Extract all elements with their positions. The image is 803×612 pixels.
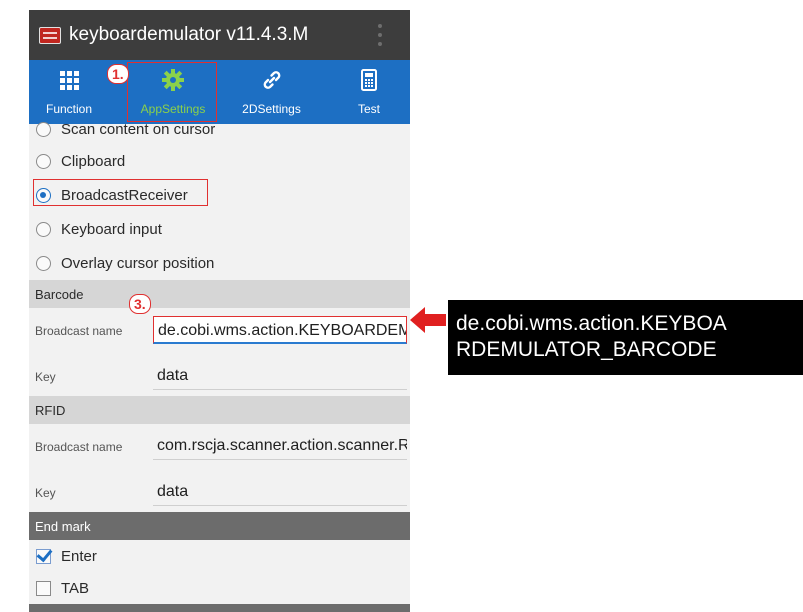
section-label: Barcode: [35, 286, 84, 302]
radio-option-scan-content[interactable]: Scan content on cursor: [29, 118, 410, 140]
tab-2dsettings-label: 2DSettings: [242, 102, 301, 116]
checkbox-checked[interactable]: [36, 548, 51, 564]
app-title: keyboardemulator v11.4.3.M: [69, 24, 309, 45]
checkbox-option-tab[interactable]: TAB: [29, 572, 410, 604]
radio-option-overlay-cursor[interactable]: Overlay cursor position: [29, 246, 410, 280]
radio-label: Scan content on cursor: [61, 120, 216, 138]
tab-test-label: Test: [357, 102, 380, 116]
field-label: Broadcast name: [35, 324, 123, 338]
app-title-bar: keyboardemulator v11.4.3.M: [29, 10, 410, 60]
barcode-key-row: Key data: [29, 354, 410, 400]
grid-icon: [60, 71, 79, 90]
keyboard-app-icon: [39, 27, 61, 44]
calculator-icon: [361, 69, 377, 91]
broadcast-name-callout: de.cobi.wms.action.KEYBOA RDEMULATOR_BAR…: [448, 300, 803, 375]
section-header-barcode: Barcode: [29, 280, 410, 308]
checkbox-option-enter[interactable]: Enter: [29, 540, 410, 572]
bottom-divider: [29, 604, 410, 612]
rfid-broadcast-row: Broadcast name com.rscja.scanner.action.…: [29, 424, 410, 470]
step-marker-1: 1.: [107, 64, 129, 84]
radio-button[interactable]: [36, 255, 51, 271]
link-icon: [263, 71, 280, 89]
radio-button[interactable]: [36, 121, 51, 137]
field-label: Key: [35, 370, 56, 384]
appsettings-highlight-box: [127, 62, 217, 122]
overflow-menu-icon[interactable]: [377, 24, 383, 46]
barcode-key-input[interactable]: data: [153, 362, 407, 390]
radio-label: Clipboard: [61, 152, 126, 170]
rfid-key-input[interactable]: data: [153, 478, 407, 506]
section-header-end-mark: End mark: [29, 512, 410, 540]
section-label: RFID: [35, 402, 66, 418]
radio-option-keyboard-input[interactable]: Keyboard input: [29, 212, 410, 246]
callout-line-1: de.cobi.wms.action.KEYBOA: [456, 312, 727, 335]
tab-function-label: Function: [45, 102, 93, 116]
barcode-broadcast-name-input[interactable]: de.cobi.wms.action.KEYBOARDEMULATOR_BARC…: [153, 316, 407, 344]
rfid-key-row: Key data: [29, 470, 410, 516]
section-header-rfid: RFID: [29, 396, 410, 424]
arrow-left-icon: [410, 307, 446, 333]
phone-screen: keyboardemulator v11.4.3.M Function AppS…: [29, 10, 410, 612]
field-label: Broadcast name: [35, 440, 123, 454]
broadcastreceiver-highlight-box: [33, 179, 208, 206]
tab-test[interactable]: Test: [339, 60, 399, 124]
radio-label: Keyboard input: [61, 220, 162, 238]
tab-function[interactable]: Function: [29, 60, 109, 124]
radio-button[interactable]: [36, 221, 51, 237]
tab-bar: Function AppSettings 2DSettings Test: [29, 60, 410, 124]
rfid-broadcast-name-input[interactable]: com.rscja.scanner.action.scanner.RFID: [153, 432, 407, 460]
radio-button[interactable]: [36, 153, 51, 169]
tab-2dsettings[interactable]: 2DSettings: [229, 60, 314, 124]
radio-option-clipboard[interactable]: Clipboard: [29, 144, 410, 178]
checkbox-label: TAB: [61, 579, 90, 597]
checkbox-unchecked[interactable]: [36, 580, 51, 596]
barcode-broadcast-row: Broadcast name de.cobi.wms.action.KEYBOA…: [29, 308, 410, 354]
step-marker-3: 3.: [129, 294, 151, 314]
section-label: End mark: [35, 518, 91, 534]
checkbox-label: Enter: [61, 547, 97, 565]
radio-label: Overlay cursor position: [61, 254, 215, 272]
field-label: Key: [35, 486, 56, 500]
callout-line-2: RDEMULATOR_BARCODE: [456, 338, 717, 361]
